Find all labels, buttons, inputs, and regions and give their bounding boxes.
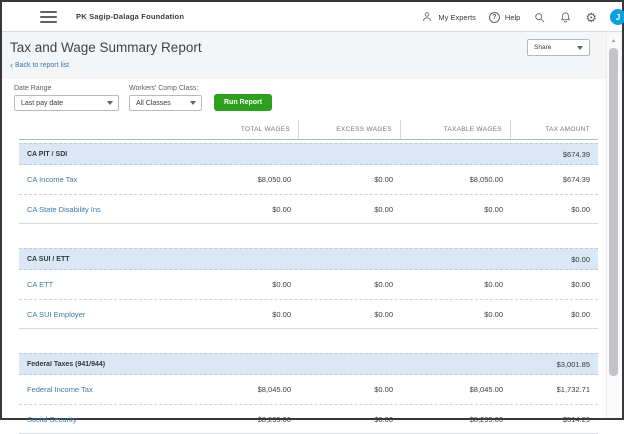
share-button[interactable]: Share bbox=[527, 39, 590, 56]
tax-row: CA State Disability Ins$0.00$0.00$0.00$0… bbox=[19, 194, 598, 223]
report-section: CA SUI / ETT$0.00CA ETT$0.00$0.00$0.00$0… bbox=[19, 248, 598, 329]
back-chevron-icon: ‹ bbox=[10, 62, 13, 68]
tax-item-link[interactable]: CA Income Tax bbox=[19, 175, 189, 184]
gear-icon[interactable]: ⚙ bbox=[585, 11, 597, 24]
amount-cell: $0.00 bbox=[189, 280, 299, 289]
date-range-label: Date Range bbox=[14, 85, 119, 92]
tax-row: CA Income Tax$8,050.00$0.00$8,050.00$674… bbox=[19, 165, 598, 194]
report-header: Tax and Wage Summary Report ‹ Back to re… bbox=[2, 32, 622, 79]
section-header-row: Federal Taxes (941/944) $3,001.85 bbox=[19, 353, 598, 375]
report-sections: CA PIT / SDI$674.39CA Income Tax$8,050.0… bbox=[19, 143, 598, 434]
hamburger-menu-icon[interactable] bbox=[40, 11, 57, 23]
vertical-scrollbar[interactable]: ▲ bbox=[606, 34, 620, 418]
chevron-down-icon bbox=[190, 101, 196, 105]
section-header-row: CA PIT / SDI $674.39 bbox=[19, 143, 598, 165]
page-title: Tax and Wage Summary Report bbox=[10, 40, 582, 55]
section-name: CA SUI / ETT bbox=[19, 256, 189, 263]
column-header-taxable-wages: TAXABLE WAGES bbox=[401, 120, 511, 139]
amount-cell: $8,045.00 bbox=[401, 385, 511, 394]
search-icon[interactable] bbox=[533, 11, 546, 24]
tax-item-link[interactable]: CA SUI Employer bbox=[19, 310, 189, 319]
amount-cell: $0.00 bbox=[401, 280, 511, 289]
tax-item-link[interactable]: Federal Income Tax bbox=[19, 385, 189, 394]
amount-cell: $0.00 bbox=[401, 205, 511, 214]
amount-cell: $0.00 bbox=[299, 175, 401, 184]
bell-icon[interactable] bbox=[559, 11, 572, 24]
amount-cell: $8,050.00 bbox=[401, 175, 511, 184]
section-name: Federal Taxes (941/944) bbox=[19, 361, 189, 368]
chevron-down-icon bbox=[107, 101, 113, 105]
amount-cell: $0.00 bbox=[401, 310, 511, 319]
date-range-value: Last pay date bbox=[21, 100, 63, 107]
tax-row: Federal Income Tax$8,045.00$0.00$8,045.0… bbox=[19, 375, 598, 404]
section-total-amount: $674.39 bbox=[511, 150, 598, 159]
column-header-total-wages: TOTAL WAGES bbox=[189, 120, 299, 139]
amount-cell: $0.00 bbox=[299, 385, 401, 394]
my-experts-label: My Experts bbox=[438, 13, 476, 22]
help-button[interactable]: ? Help bbox=[489, 12, 520, 23]
amount-cell: $8,045.00 bbox=[189, 385, 299, 394]
amount-cell: $514.29 bbox=[511, 415, 598, 424]
back-link-label: Back to report list bbox=[15, 62, 69, 69]
amount-cell: $0.00 bbox=[299, 310, 401, 319]
date-range-field: Date Range Last pay date bbox=[14, 85, 119, 111]
tax-item-link[interactable]: Social Security bbox=[19, 415, 189, 424]
back-to-report-list-link[interactable]: ‹ Back to report list bbox=[10, 62, 69, 69]
column-header-excess-wages: EXCESS WAGES bbox=[299, 120, 401, 139]
app-window: { "colors": { "accent_green": "#2ca01c",… bbox=[0, 0, 624, 420]
tax-item-link[interactable]: CA ETT bbox=[19, 280, 189, 289]
amount-cell: $0.00 bbox=[299, 415, 401, 424]
report-section: CA PIT / SDI$674.39CA Income Tax$8,050.0… bbox=[19, 143, 598, 224]
amount-cell: $674.39 bbox=[511, 175, 598, 184]
workers-comp-field: Workers' Comp Class: All Classes bbox=[129, 85, 202, 111]
amount-cell: $0.00 bbox=[299, 205, 401, 214]
tax-item-link[interactable]: CA State Disability Ins bbox=[19, 205, 189, 214]
scrollbar-thumb[interactable] bbox=[609, 48, 618, 376]
help-icon: ? bbox=[489, 12, 500, 23]
amount-cell: $0.00 bbox=[511, 280, 598, 289]
tax-row: Social Security$8,295.00$0.00$8,295.00$5… bbox=[19, 404, 598, 433]
report-table: TOTAL WAGES EXCESS WAGES TAXABLE WAGES T… bbox=[19, 120, 598, 434]
person-icon bbox=[421, 11, 433, 23]
amount-cell: $8,295.00 bbox=[189, 415, 299, 424]
column-header-tax-amount: TAX AMOUNT bbox=[511, 120, 598, 139]
nav-right-group: My Experts ? Help ⚙ J bbox=[421, 2, 622, 32]
share-label: Share bbox=[534, 44, 551, 51]
avatar[interactable]: J bbox=[610, 9, 624, 25]
amount-cell: $0.00 bbox=[189, 310, 299, 319]
top-nav-bar: PK Sagip-Dalaga Foundation My Experts ? … bbox=[2, 2, 622, 32]
amount-cell: $8,295.00 bbox=[401, 415, 511, 424]
amount-cell: $0.00 bbox=[299, 280, 401, 289]
report-section: Federal Taxes (941/944)$3,001.85Federal … bbox=[19, 353, 598, 434]
chevron-down-icon bbox=[577, 46, 583, 50]
section-header-row: CA SUI / ETT $0.00 bbox=[19, 248, 598, 270]
my-experts-button[interactable]: My Experts bbox=[421, 11, 476, 23]
workers-comp-value: All Classes bbox=[136, 100, 171, 107]
run-report-button[interactable]: Run Report bbox=[214, 94, 272, 111]
tax-row: CA SUI Employer$0.00$0.00$0.00$0.00 bbox=[19, 299, 598, 328]
date-range-select[interactable]: Last pay date bbox=[14, 95, 119, 111]
amount-cell: $8,050.00 bbox=[189, 175, 299, 184]
filter-bar: Date Range Last pay date Workers' Comp C… bbox=[2, 79, 622, 120]
amount-cell: $0.00 bbox=[511, 310, 598, 319]
section-name: CA PIT / SDI bbox=[19, 151, 189, 158]
amount-cell: $0.00 bbox=[511, 205, 598, 214]
help-label: Help bbox=[505, 13, 520, 22]
workers-comp-select[interactable]: All Classes bbox=[129, 95, 202, 111]
scroll-up-arrow-icon[interactable]: ▲ bbox=[607, 34, 620, 47]
column-header-row: TOTAL WAGES EXCESS WAGES TAXABLE WAGES T… bbox=[19, 120, 598, 140]
section-total-amount: $3,001.85 bbox=[511, 360, 598, 369]
section-total-amount: $0.00 bbox=[511, 255, 598, 264]
workers-comp-label: Workers' Comp Class: bbox=[129, 85, 202, 92]
amount-cell: $0.00 bbox=[189, 205, 299, 214]
tax-row: CA ETT$0.00$0.00$0.00$0.00 bbox=[19, 270, 598, 299]
amount-cell: $1,732.71 bbox=[511, 385, 598, 394]
company-name: PK Sagip-Dalaga Foundation bbox=[76, 12, 184, 21]
